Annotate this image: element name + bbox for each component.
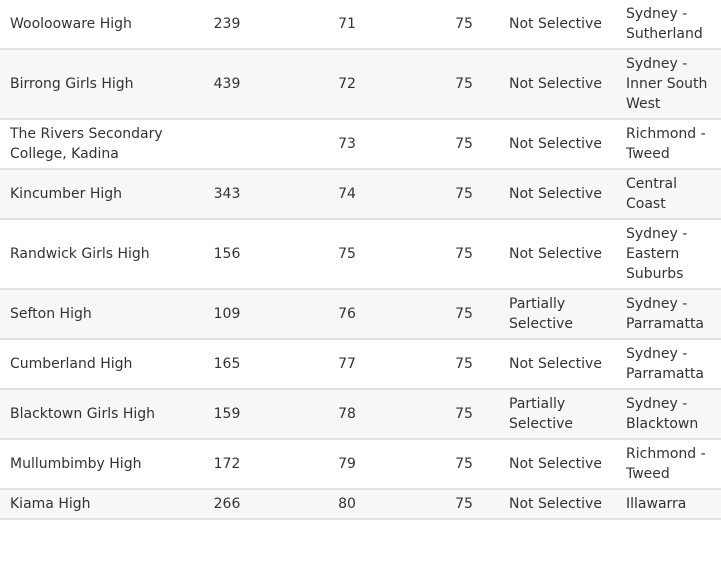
school-name: Sefton High (0, 289, 200, 340)
school-name: Birrong Girls High (0, 49, 200, 120)
region: Sydney - Blacktown (616, 389, 721, 440)
col-value-3: 75 (440, 489, 488, 520)
col-value-3: 75 (440, 119, 488, 170)
col-value-3: 75 (440, 339, 488, 390)
col-value-3: 75 (440, 389, 488, 440)
col-value-3: 75 (440, 49, 488, 120)
selective-status: Not Selective (488, 49, 616, 120)
selective-status: Not Selective (488, 489, 616, 520)
school-name: Randwick Girls High (0, 219, 200, 290)
region: Central Coast (616, 169, 721, 220)
selective-status: Not Selective (488, 219, 616, 290)
school-name: Mullumbimby High (0, 439, 200, 490)
region: Richmond - Tweed (616, 119, 721, 170)
region: Richmond - Tweed (616, 439, 721, 490)
selective-status: Not Selective (488, 339, 616, 390)
col-value-1: 239 (200, 0, 254, 50)
table-row: Birrong Girls High 439 72 75 Not Selecti… (0, 49, 721, 120)
region: Sydney - Parramatta (616, 289, 721, 340)
col-value-1: 266 (200, 489, 254, 520)
rank: 80 (254, 489, 440, 520)
school-name: Cumberland High (0, 339, 200, 390)
selective-status: Partially Selective (488, 289, 616, 340)
selective-status: Not Selective (488, 119, 616, 170)
rank: 78 (254, 389, 440, 440)
col-value-3: 75 (440, 219, 488, 290)
table-row: Cumberland High 165 77 75 Not Selective … (0, 339, 721, 390)
rank: 73 (254, 119, 440, 170)
table-row: Woolooware High 239 71 75 Not Selective … (0, 0, 721, 50)
school-name: Blacktown Girls High (0, 389, 200, 440)
col-value-3: 75 (440, 169, 488, 220)
region: Sydney - Eastern Suburbs (616, 219, 721, 290)
col-value-3: 75 (440, 0, 488, 50)
col-value-3: 75 (440, 289, 488, 340)
school-name: Kiama High (0, 489, 200, 520)
rank: 72 (254, 49, 440, 120)
col-value-1 (200, 119, 254, 170)
table-row: Blacktown Girls High 159 78 75 Partially… (0, 389, 721, 440)
col-value-1: 156 (200, 219, 254, 290)
region: Sydney - Sutherland (616, 0, 721, 50)
col-value-1: 165 (200, 339, 254, 390)
col-value-1: 159 (200, 389, 254, 440)
rank: 75 (254, 219, 440, 290)
col-value-1: 439 (200, 49, 254, 120)
schools-table: Woolooware High 239 71 75 Not Selective … (0, 0, 721, 520)
col-value-1: 109 (200, 289, 254, 340)
table-row: Kincumber High 343 74 75 Not Selective C… (0, 169, 721, 220)
rank: 71 (254, 0, 440, 50)
rank: 77 (254, 339, 440, 390)
selective-status: Not Selective (488, 439, 616, 490)
school-name: Kincumber High (0, 169, 200, 220)
table-row: Randwick Girls High 156 75 75 Not Select… (0, 219, 721, 290)
region: Sydney - Inner South West (616, 49, 721, 120)
selective-status: Not Selective (488, 0, 616, 50)
col-value-1: 172 (200, 439, 254, 490)
table-row: Kiama High 266 80 75 Not Selective Illaw… (0, 489, 721, 520)
region: Sydney - Parramatta (616, 339, 721, 390)
table-row: Sefton High 109 76 75 Partially Selectiv… (0, 289, 721, 340)
table-row: Mullumbimby High 172 79 75 Not Selective… (0, 439, 721, 490)
school-name: Woolooware High (0, 0, 200, 50)
rank: 79 (254, 439, 440, 490)
col-value-1: 343 (200, 169, 254, 220)
region: Illawarra (616, 489, 721, 520)
school-name: The Rivers Secondary College, Kadina (0, 119, 200, 170)
rank: 76 (254, 289, 440, 340)
rank: 74 (254, 169, 440, 220)
selective-status: Partially Selective (488, 389, 616, 440)
selective-status: Not Selective (488, 169, 616, 220)
col-value-3: 75 (440, 439, 488, 490)
table-row: The Rivers Secondary College, Kadina 73 … (0, 119, 721, 170)
